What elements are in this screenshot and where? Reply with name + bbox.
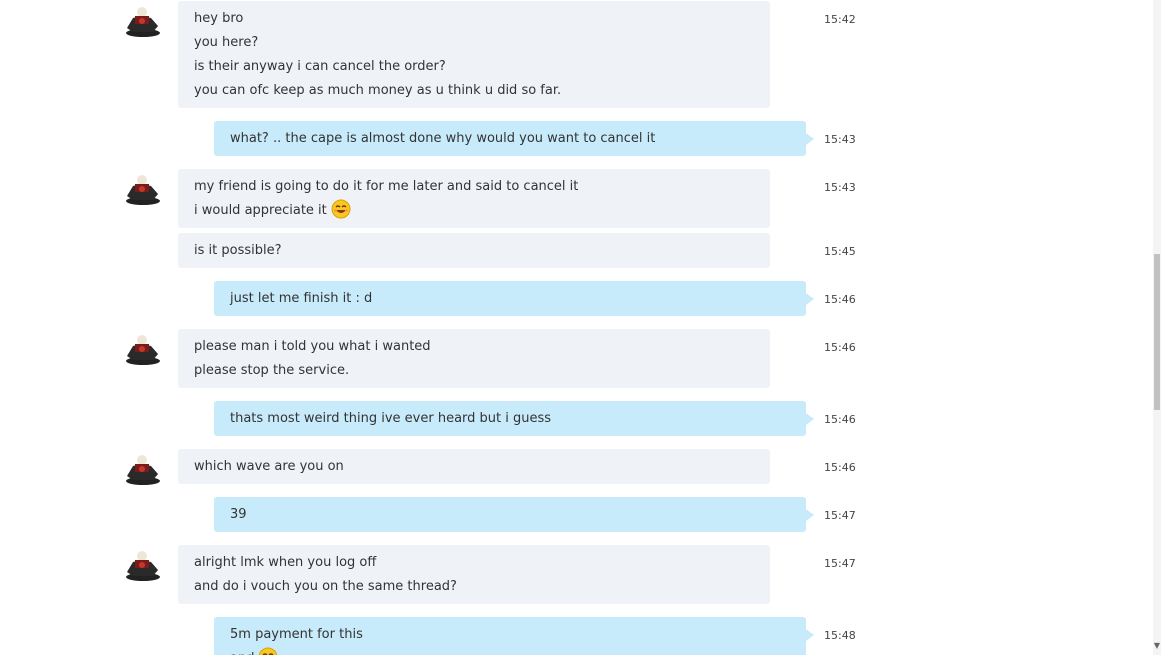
message-text: is their anyway i can cancel the order? bbox=[194, 59, 446, 74]
message-text: you here? bbox=[194, 35, 259, 50]
message-bubble-outgoing: what? .. the cape is almost done why wou… bbox=[214, 121, 814, 156]
scroll-down-arrow-icon[interactable]: ▼ bbox=[1153, 640, 1161, 652]
message-text: please man i told you what i wanted bbox=[194, 339, 431, 354]
message-timestamp: 15:46 bbox=[824, 293, 856, 306]
smiling-emoji-icon bbox=[258, 647, 278, 655]
message-text: alright lmk when you log off bbox=[194, 555, 377, 570]
message-bubble-outgoing: thats most weird thing ive ever heard bu… bbox=[214, 401, 814, 436]
message-bubble-outgoing: just let me finish it : d bbox=[214, 281, 814, 316]
message-timestamp: 15:47 bbox=[824, 557, 856, 570]
message-text: i would appreciate it bbox=[194, 203, 327, 218]
message-text: please stop the service. bbox=[194, 363, 350, 378]
message-text: my friend is going to do it for me later… bbox=[194, 179, 579, 194]
message-timestamp: 15:43 bbox=[824, 133, 856, 146]
message-timestamp: 15:45 bbox=[824, 245, 856, 258]
message-text: just let me finish it : d bbox=[230, 291, 373, 306]
message-text: what? .. the cape is almost done why wou… bbox=[230, 131, 656, 146]
message-bubble-outgoing: 5m payment for this and bbox=[214, 617, 814, 655]
message-bubble-incoming: my friend is going to do it for me later… bbox=[178, 169, 770, 228]
message-bubble-incoming: alright lmk when you log off and do i vo… bbox=[178, 545, 770, 604]
message-timestamp: 15:46 bbox=[824, 413, 856, 426]
message-text: which wave are you on bbox=[194, 459, 344, 474]
message-bubble-incoming: is it possible? bbox=[178, 233, 770, 268]
avatar-image bbox=[126, 7, 160, 37]
avatar-image bbox=[126, 455, 160, 485]
vertical-scrollbar[interactable] bbox=[1153, 0, 1161, 655]
message-timestamp: 15:43 bbox=[824, 181, 856, 194]
message-text: 39 bbox=[230, 507, 247, 522]
message-text: 5m payment for this bbox=[230, 627, 363, 642]
message-bubble-outgoing: 39 bbox=[214, 497, 814, 532]
message-text: is it possible? bbox=[194, 243, 282, 258]
message-bubble-incoming: hey bro you here? is their anyway i can … bbox=[178, 1, 770, 108]
avatar-image bbox=[126, 175, 160, 205]
chat-conversation: hey bro you here? is their anyway i can … bbox=[0, 0, 1161, 655]
avatar-image bbox=[126, 335, 160, 365]
contact-avatar[interactable] bbox=[123, 4, 161, 38]
contact-avatar[interactable] bbox=[123, 452, 161, 486]
message-text: thats most weird thing ive ever heard bu… bbox=[230, 411, 552, 426]
message-text: you can ofc keep as much money as u thin… bbox=[194, 83, 562, 98]
message-timestamp: 15:47 bbox=[824, 509, 856, 522]
message-timestamp: 15:48 bbox=[824, 629, 856, 642]
contact-avatar[interactable] bbox=[123, 172, 161, 206]
smiling-emoji-icon bbox=[331, 199, 351, 219]
message-bubble-incoming: which wave are you on bbox=[178, 449, 770, 484]
message-text: hey bro bbox=[194, 11, 244, 26]
message-bubble-incoming: please man i told you what i wanted plea… bbox=[178, 329, 770, 388]
avatar-image bbox=[126, 551, 160, 581]
contact-avatar[interactable] bbox=[123, 332, 161, 366]
scrollbar-thumb[interactable] bbox=[1154, 254, 1160, 410]
message-timestamp: 15:42 bbox=[824, 13, 856, 26]
message-text: and bbox=[230, 651, 254, 655]
contact-avatar[interactable] bbox=[123, 548, 161, 582]
message-timestamp: 15:46 bbox=[824, 341, 856, 354]
message-timestamp: 15:46 bbox=[824, 461, 856, 474]
message-text: and do i vouch you on the same thread? bbox=[194, 579, 457, 594]
